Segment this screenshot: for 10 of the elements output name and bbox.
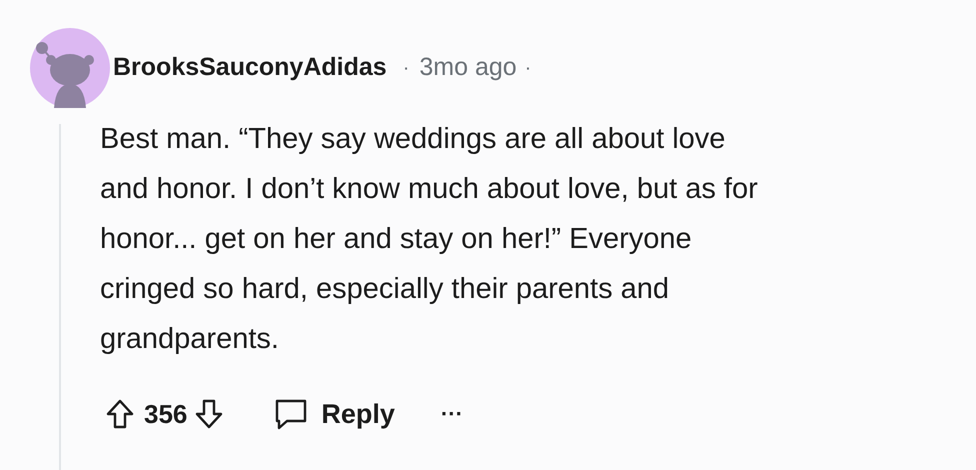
separator: · xyxy=(524,56,532,81)
timestamp: 3mo ago xyxy=(419,52,517,84)
reply-button[interactable]: Reply xyxy=(273,394,395,434)
downvote-icon[interactable] xyxy=(195,399,224,430)
separator: · xyxy=(402,56,410,81)
more-button[interactable]: ··· xyxy=(440,403,463,426)
vote-score: 356 xyxy=(144,398,188,431)
upvote-icon[interactable] xyxy=(106,399,134,430)
username[interactable]: BrooksSauconyAdidas xyxy=(113,49,387,87)
comment-body: Best man. “They say weddings are all about love and honor. I don’t know much about love, but as for honor... get on her and stay on her!” Everyone cringed so hard, especially their parents and grandparents. xyxy=(100,122,758,357)
